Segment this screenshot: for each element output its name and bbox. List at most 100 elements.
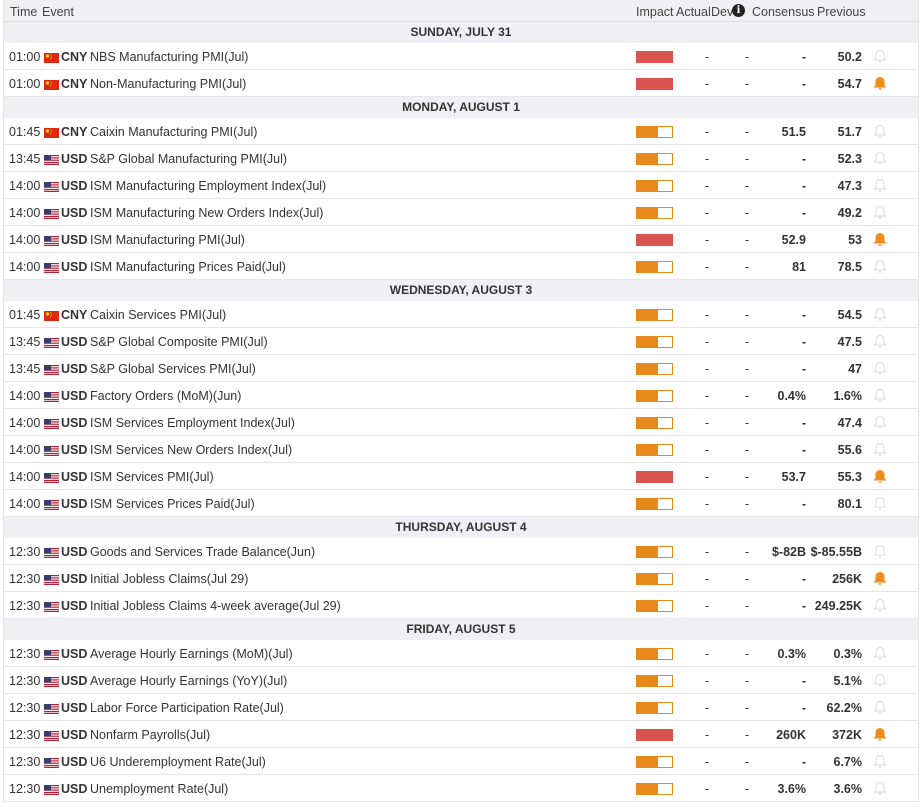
bell-icon[interactable] [873,307,887,322]
bell-icon[interactable] [873,496,887,511]
event-time: 13:45 [9,152,41,166]
header-event[interactable]: Event [42,5,74,19]
event-row[interactable]: 13:45 USD S&P Global Manufacturing PMI(J… [4,145,918,172]
event-row[interactable]: 12:30 USD Labor Force Participation Rate… [4,694,918,721]
event-row[interactable]: 01:00 CNY NBS Manufacturing PMI(Jul) - -… [4,43,918,70]
bell-icon[interactable] [873,700,887,715]
event-name[interactable]: S&P Global Manufacturing PMI(Jul) [90,152,287,166]
header-dev[interactable]: Dev [711,5,733,19]
event-consensus: $-82B [771,545,806,559]
event-name[interactable]: U6 Underemployment Rate(Jul) [90,755,266,769]
bell-icon[interactable] [873,49,887,64]
event-name[interactable]: Caixin Manufacturing PMI(Jul) [90,125,257,139]
event-name[interactable]: Unemployment Rate(Jul) [90,782,228,796]
bell-active-icon[interactable] [873,76,887,91]
header-previous[interactable]: Previous [817,5,866,19]
event-row[interactable]: 12:30 USD Unemployment Rate(Jul) - - 3.6… [4,775,918,802]
bell-icon[interactable] [873,388,887,403]
event-name[interactable]: Average Hourly Earnings (MoM)(Jul) [90,647,293,661]
header-time[interactable]: Time [10,5,37,19]
event-row[interactable]: 12:30 USD Initial Jobless Claims 4-week … [4,592,918,619]
event-row[interactable]: 12:30 USD Average Hourly Earnings (YoY)(… [4,667,918,694]
event-name[interactable]: ISM Manufacturing Prices Paid(Jul) [90,260,286,274]
bell-icon[interactable] [873,442,887,457]
event-row[interactable]: 14:00 USD ISM Services Employment Index(… [4,409,918,436]
event-row[interactable]: 14:00 USD ISM Services PMI(Jul) - - 53.7… [4,463,918,490]
bell-icon[interactable] [873,361,887,376]
event-row[interactable]: 12:30 USD Average Hourly Earnings (MoM)(… [4,640,918,667]
event-currency: USD [61,647,88,661]
impact-medium-indicator [636,498,673,510]
event-actual: - [704,728,710,742]
event-row[interactable]: 01:45 CNY Caixin Manufacturing PMI(Jul) … [4,118,918,145]
event-currency: USD [61,233,88,247]
event-row[interactable]: 01:45 CNY Caixin Services PMI(Jul) - - -… [4,301,918,328]
bell-icon[interactable] [873,124,887,139]
event-name[interactable]: NBS Manufacturing PMI(Jul) [90,50,248,64]
bell-active-icon[interactable] [873,469,887,484]
bell-active-icon[interactable] [873,232,887,247]
event-currency: USD [61,416,88,430]
event-row[interactable]: 14:00 USD ISM Services Prices Paid(Jul) … [4,490,918,517]
bell-icon[interactable] [873,334,887,349]
event-name[interactable]: Non-Manufacturing PMI(Jul) [90,77,246,91]
event-name[interactable]: Average Hourly Earnings (YoY)(Jul) [90,674,287,688]
bell-icon[interactable] [873,781,887,796]
event-deviation: - [744,50,750,64]
event-name[interactable]: ISM Manufacturing New Orders Index(Jul) [90,206,323,220]
event-row[interactable]: 14:00 USD ISM Manufacturing Prices Paid(… [4,253,918,280]
header-impact[interactable]: Impact [636,5,674,19]
bell-icon[interactable] [873,259,887,274]
bell-icon[interactable] [873,754,887,769]
event-row[interactable]: 14:00 USD ISM Manufacturing Employment I… [4,172,918,199]
impact-medium-indicator [636,153,673,165]
event-name[interactable]: ISM Services New Orders Index(Jul) [90,443,292,457]
event-row[interactable]: 01:00 CNY Non-Manufacturing PMI(Jul) - -… [4,70,918,97]
event-currency: USD [61,152,88,166]
event-actual: - [704,335,710,349]
event-name[interactable]: Initial Jobless Claims(Jul 29) [90,572,248,586]
event-name[interactable]: Goods and Services Trade Balance(Jun) [90,545,315,559]
bell-icon[interactable] [873,598,887,613]
info-icon[interactable]: i [732,4,745,17]
event-row[interactable]: 14:00 USD Factory Orders (MoM)(Jun) - - … [4,382,918,409]
event-name[interactable]: ISM Services Prices Paid(Jul) [90,497,255,511]
event-row[interactable]: 12:30 USD U6 Underemployment Rate(Jul) -… [4,748,918,775]
event-row[interactable]: 14:00 USD ISM Services New Orders Index(… [4,436,918,463]
bell-icon[interactable] [873,178,887,193]
event-deviation: - [744,443,750,457]
bell-icon[interactable] [873,205,887,220]
header-consensus[interactable]: Consensus [752,5,815,19]
event-name[interactable]: Labor Force Participation Rate(Jul) [90,701,284,715]
bell-active-icon[interactable] [873,571,887,586]
bell-icon[interactable] [873,151,887,166]
event-row[interactable]: 13:45 USD S&P Global Services PMI(Jul) -… [4,355,918,382]
bell-icon[interactable] [873,544,887,559]
event-consensus: 3.6% [777,782,807,796]
event-row[interactable]: 13:45 USD S&P Global Composite PMI(Jul) … [4,328,918,355]
header-actual[interactable]: Actual [676,5,711,19]
bell-icon[interactable] [873,646,887,661]
event-name[interactable]: Initial Jobless Claims 4-week average(Ju… [90,599,341,613]
event-name[interactable]: Factory Orders (MoM)(Jun) [90,389,241,403]
bell-icon[interactable] [873,415,887,430]
impact-high-indicator [636,471,673,483]
event-actual: - [704,233,710,247]
event-name[interactable]: S&P Global Services PMI(Jul) [90,362,256,376]
event-name[interactable]: ISM Services Employment Index(Jul) [90,416,295,430]
event-row[interactable]: 12:30 USD Initial Jobless Claims(Jul 29)… [4,565,918,592]
event-row[interactable]: 14:00 USD ISM Manufacturing PMI(Jul) - -… [4,226,918,253]
bell-icon[interactable] [873,673,887,688]
bell-active-icon[interactable] [873,727,887,742]
event-row[interactable]: 12:30 USD Nonfarm Payrolls(Jul) - - 260K… [4,721,918,748]
event-name[interactable]: ISM Services PMI(Jul) [90,470,214,484]
event-time: 12:30 [9,572,41,586]
event-row[interactable]: 12:30 USD Goods and Services Trade Balan… [4,538,918,565]
impact-medium-indicator [636,309,673,321]
event-row[interactable]: 14:00 USD ISM Manufacturing New Orders I… [4,199,918,226]
event-name[interactable]: Caixin Services PMI(Jul) [90,308,226,322]
event-name[interactable]: ISM Manufacturing PMI(Jul) [90,233,245,247]
event-name[interactable]: Nonfarm Payrolls(Jul) [90,728,210,742]
event-name[interactable]: S&P Global Composite PMI(Jul) [90,335,268,349]
event-name[interactable]: ISM Manufacturing Employment Index(Jul) [90,179,326,193]
